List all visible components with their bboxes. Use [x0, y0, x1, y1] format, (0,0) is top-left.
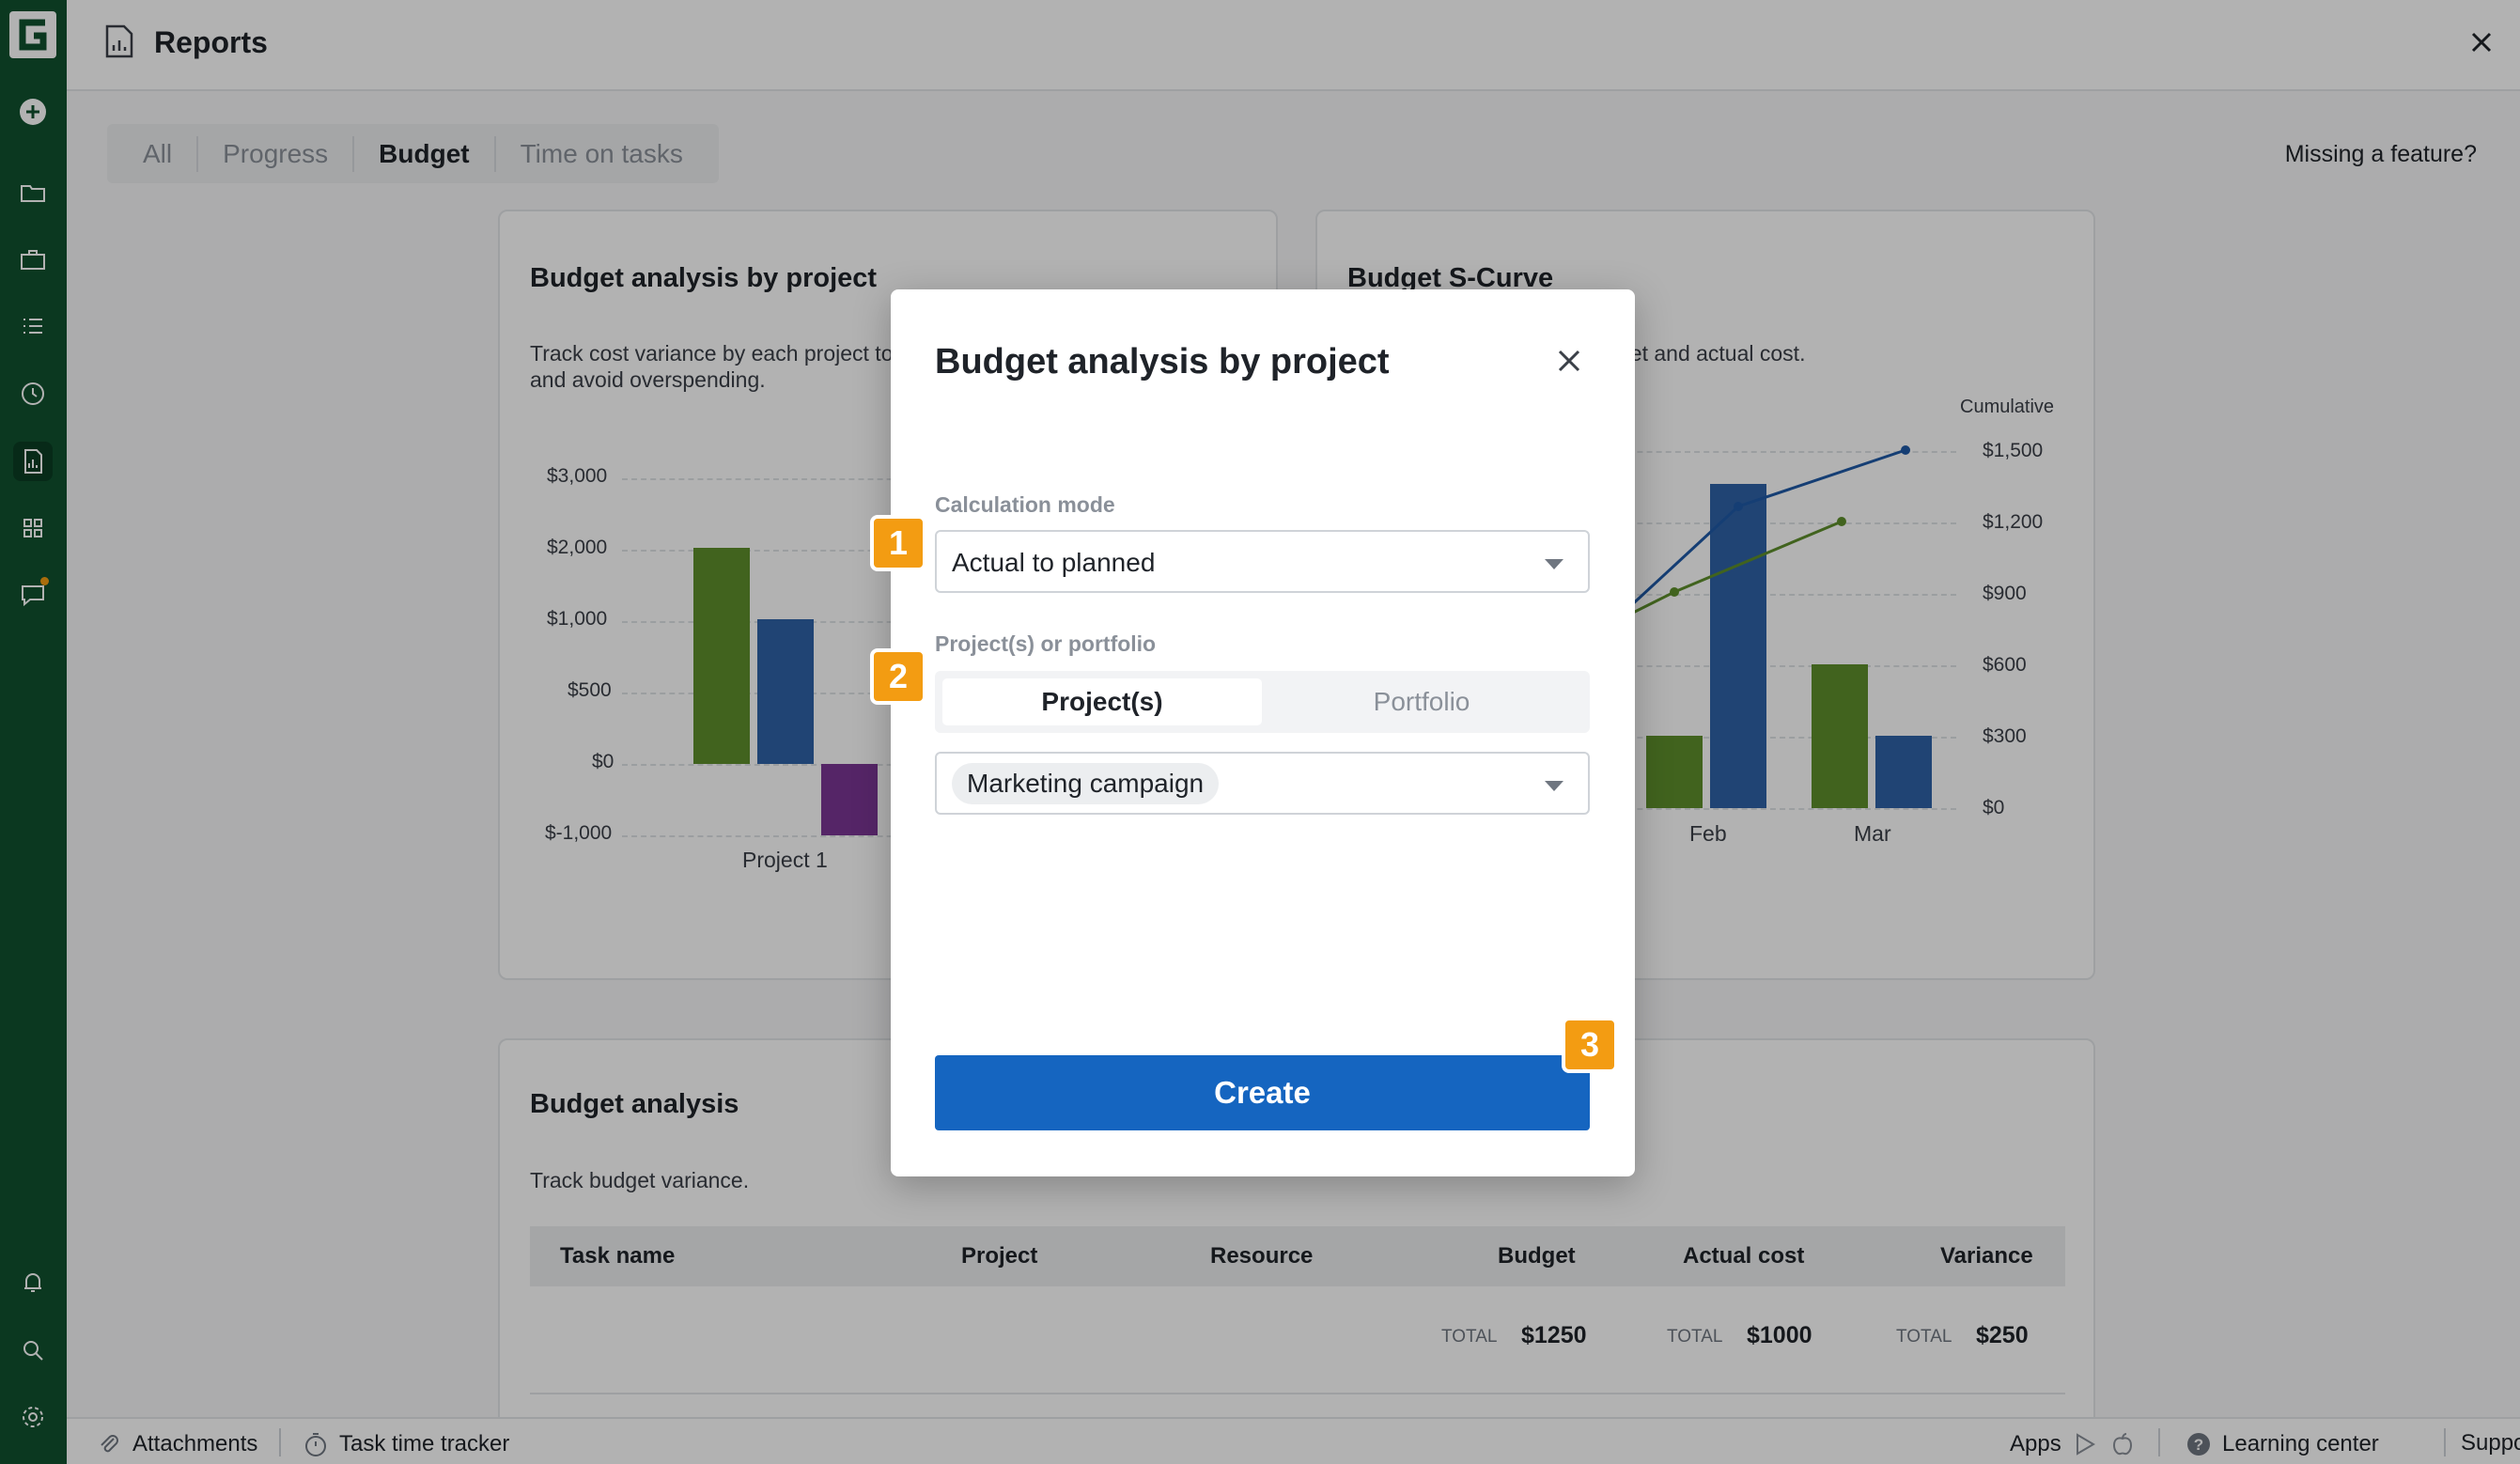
segment-portfolio[interactable]: Portfolio	[1262, 678, 1581, 725]
chevron-down-icon	[1545, 559, 1563, 569]
project-select[interactable]: Marketing campaign	[935, 752, 1590, 815]
step-badge: 1	[870, 515, 926, 571]
scope-segmented-control: Project(s) Portfolio	[935, 671, 1590, 733]
chevron-down-icon	[1545, 781, 1563, 791]
project-or-portfolio-label: Project(s) or portfolio	[935, 631, 1157, 656]
step-badge: 3	[1562, 1017, 1618, 1073]
calculation-mode-value: Actual to planned	[952, 548, 1156, 577]
calculation-mode-select[interactable]: Actual to planned	[935, 530, 1590, 593]
segment-projects[interactable]: Project(s)	[942, 678, 1262, 725]
budget-analysis-modal: Budget analysis by project Calculation m…	[891, 289, 1635, 1176]
create-button[interactable]: Create	[935, 1055, 1590, 1130]
project-chip[interactable]: Marketing campaign	[952, 763, 1220, 804]
step-badge: 2	[870, 648, 926, 705]
close-icon[interactable]	[1552, 344, 1586, 378]
modal-title: Budget analysis by project	[935, 342, 1390, 382]
calculation-mode-label: Calculation mode	[935, 492, 1115, 517]
